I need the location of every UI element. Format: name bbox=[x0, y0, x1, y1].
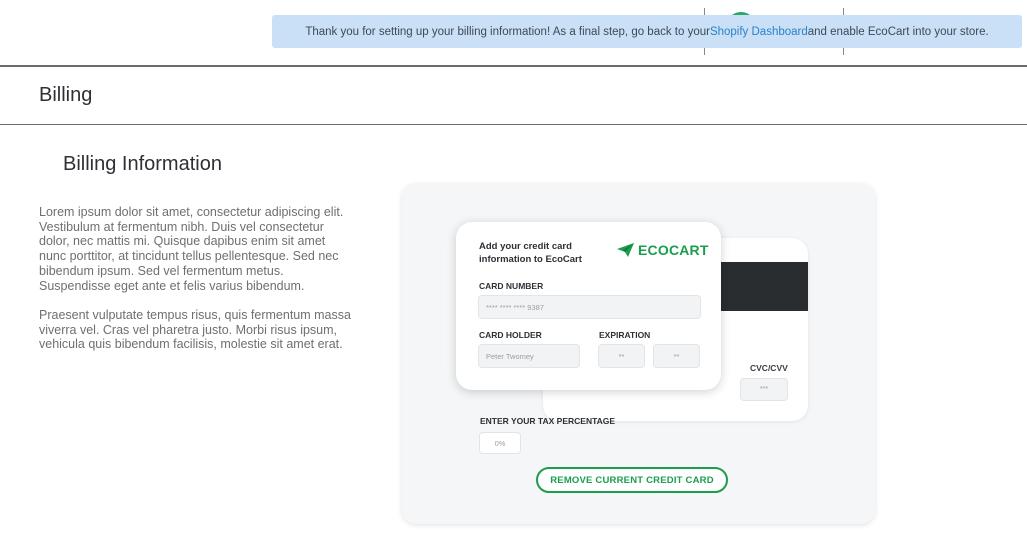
tax-percentage-input[interactable]: 0% bbox=[479, 432, 521, 454]
tax-percentage-label: ENTER YOUR TAX PERCENTAGE bbox=[480, 416, 616, 426]
page-title: Billing bbox=[39, 84, 93, 106]
card-number-label: CARD NUMBER bbox=[479, 281, 544, 291]
success-notice: Thank you for setting up your billing in… bbox=[272, 15, 1022, 48]
section-title: Billing Information bbox=[63, 153, 222, 175]
description-paragraph: Lorem ipsum dolor sit amet, consectetur … bbox=[39, 205, 344, 293]
section-description: Lorem ipsum dolor sit amet, consectetur … bbox=[39, 205, 354, 367]
card-holder-input[interactable]: Peter Twomey bbox=[478, 344, 580, 368]
cvc-label: CVC/CVV bbox=[750, 363, 788, 373]
description-paragraph: Praesent vulputate tempus risus, quis fe… bbox=[39, 307, 351, 352]
card-holder-label: CARD HOLDER bbox=[479, 330, 542, 340]
remove-credit-card-button[interactable]: REMOVE CURRENT CREDIT CARD bbox=[536, 467, 728, 493]
notice-text-after: and enable EcoCart into your store. bbox=[807, 25, 989, 38]
logo-text: ECOCART bbox=[638, 242, 709, 258]
paper-plane-icon bbox=[617, 243, 634, 257]
cvc-input[interactable]: *** bbox=[740, 378, 788, 401]
top-bar: Thank you for setting up your billing in… bbox=[0, 0, 1027, 67]
page-header: Billing bbox=[0, 69, 1027, 125]
expiration-label: EXPIRATION bbox=[599, 330, 651, 340]
shopify-dashboard-link[interactable]: Shopify Dashboard bbox=[710, 26, 808, 38]
card-title: Add your credit card information to EcoC… bbox=[479, 241, 582, 265]
ecocart-logo: ECOCART bbox=[617, 242, 709, 258]
notice-text-before: Thank you for setting up your billing in… bbox=[305, 25, 710, 38]
card-number-input[interactable]: **** **** **** 9387 bbox=[478, 295, 701, 319]
expiration-year-input[interactable]: ** bbox=[653, 344, 700, 368]
expiration-month-input[interactable]: ** bbox=[598, 344, 645, 368]
card-front: Add your credit card information to EcoC… bbox=[456, 222, 721, 390]
